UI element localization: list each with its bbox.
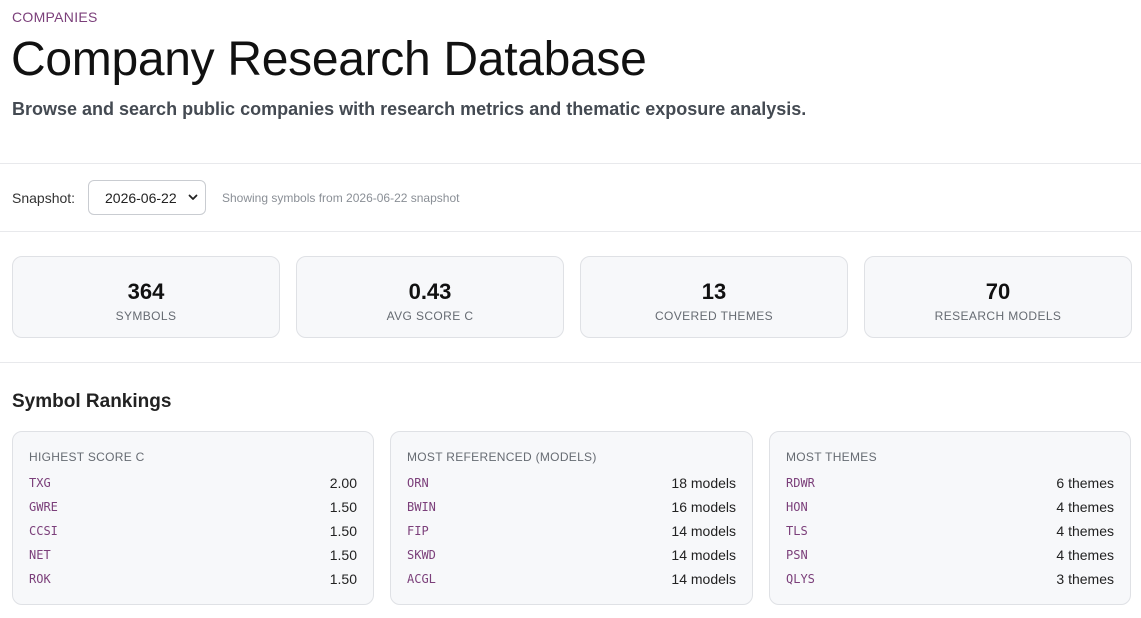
divider (0, 231, 1141, 232)
ranking-value: 1.50 (329, 499, 357, 515)
symbol-link[interactable]: RDWR (786, 476, 815, 490)
symbol-link[interactable]: GWRE (29, 500, 58, 514)
stat-value: 13 (701, 279, 727, 304)
ranking-row: ORN 18 models (407, 471, 736, 495)
snapshot-note: Showing symbols from 2026-06-22 snapshot (222, 191, 460, 205)
ranking-value: 4 themes (1056, 523, 1114, 539)
ranking-row: HON 4 themes (786, 495, 1114, 519)
ranking-row: RDWR 6 themes (786, 471, 1114, 495)
ranking-row: BWIN 16 models (407, 495, 736, 519)
ranking-card-most-referenced: MOST REFERENCED (MODELS) ORN 18 models BW… (390, 431, 753, 605)
ranking-value: 14 models (671, 523, 736, 539)
ranking-card-heading: HIGHEST SCORE C (29, 450, 145, 464)
chevron-down-icon (188, 194, 198, 200)
symbol-link[interactable]: TLS (786, 524, 808, 538)
symbol-link[interactable]: NET (29, 548, 51, 562)
section-eyebrow: COMPANIES (12, 9, 98, 25)
stat-card-symbols: 364 SYMBOLS (12, 256, 280, 338)
ranking-value: 1.50 (329, 523, 357, 539)
symbol-link[interactable]: HON (786, 500, 808, 514)
ranking-value: 18 models (671, 475, 736, 491)
ranking-row: CCSI 1.50 (29, 519, 357, 543)
ranking-value: 16 models (671, 499, 736, 515)
ranking-row: ROK 1.50 (29, 567, 357, 591)
symbol-link[interactable]: SKWD (407, 548, 436, 562)
ranking-row: TLS 4 themes (786, 519, 1114, 543)
ranking-card-most-themes: MOST THEMES RDWR 6 themes HON 4 themes TLS… (769, 431, 1131, 605)
ranking-row: TXG 2.00 (29, 471, 357, 495)
symbol-link[interactable]: ACGL (407, 572, 436, 586)
stat-value: 0.43 (408, 279, 452, 304)
ranking-value: 4 themes (1056, 547, 1114, 563)
page-title: Company Research Database (11, 33, 647, 86)
ranking-row: NET 1.50 (29, 543, 357, 567)
ranking-row: SKWD 14 models (407, 543, 736, 567)
rankings-title: Symbol Rankings (12, 391, 172, 412)
symbol-link[interactable]: BWIN (407, 500, 436, 514)
ranking-card-heading: MOST REFERENCED (MODELS) (407, 450, 597, 464)
symbol-link[interactable]: TXG (29, 476, 51, 490)
ranking-row: QLYS 3 themes (786, 567, 1114, 591)
ranking-value: 1.50 (329, 571, 357, 587)
stat-card-research-models: 70 RESEARCH MODELS (864, 256, 1132, 338)
snapshot-label: Snapshot: (12, 190, 76, 206)
divider (0, 163, 1141, 164)
stat-label: COVERED THEMES (654, 309, 774, 323)
ranking-row: GWRE 1.50 (29, 495, 357, 519)
divider (0, 362, 1141, 363)
symbol-link[interactable]: ROK (29, 572, 51, 586)
symbol-link[interactable]: FIP (407, 524, 429, 538)
stat-card-avg-score: 0.43 AVG SCORE C (296, 256, 564, 338)
ranking-card-highest-score: HIGHEST SCORE C TXG 2.00 GWRE 1.50 CCSI 1.5… (12, 431, 374, 605)
ranking-value: 1.50 (329, 547, 357, 563)
stat-value: 70 (985, 279, 1011, 304)
stat-card-covered-themes: 13 COVERED THEMES (580, 256, 848, 338)
ranking-row: ACGL 14 models (407, 567, 736, 591)
snapshot-select[interactable]: 2026-06-22 (88, 180, 206, 215)
ranking-value: 6 themes (1056, 475, 1114, 491)
symbol-link[interactable]: PSN (786, 548, 808, 562)
ranking-value: 2.00 (329, 475, 357, 491)
ranking-value: 14 models (671, 547, 736, 563)
stat-value: 364 (127, 279, 165, 304)
ranking-card-heading: MOST THEMES (786, 450, 877, 464)
symbol-link[interactable]: QLYS (786, 572, 815, 586)
ranking-value: 3 themes (1056, 571, 1114, 587)
stat-label: AVG SCORE C (386, 309, 474, 323)
ranking-row: PSN 4 themes (786, 543, 1114, 567)
stat-label: SYMBOLS (115, 309, 177, 323)
symbol-link[interactable]: CCSI (29, 524, 58, 538)
ranking-row: FIP 14 models (407, 519, 736, 543)
page-subtitle: Browse and search public companies with … (12, 99, 807, 119)
stat-label: RESEARCH MODELS (934, 309, 1062, 323)
symbol-link[interactable]: ORN (407, 476, 429, 490)
ranking-value: 4 themes (1056, 499, 1114, 515)
snapshot-select-value: 2026-06-22 (105, 189, 177, 206)
ranking-value: 14 models (671, 571, 736, 587)
